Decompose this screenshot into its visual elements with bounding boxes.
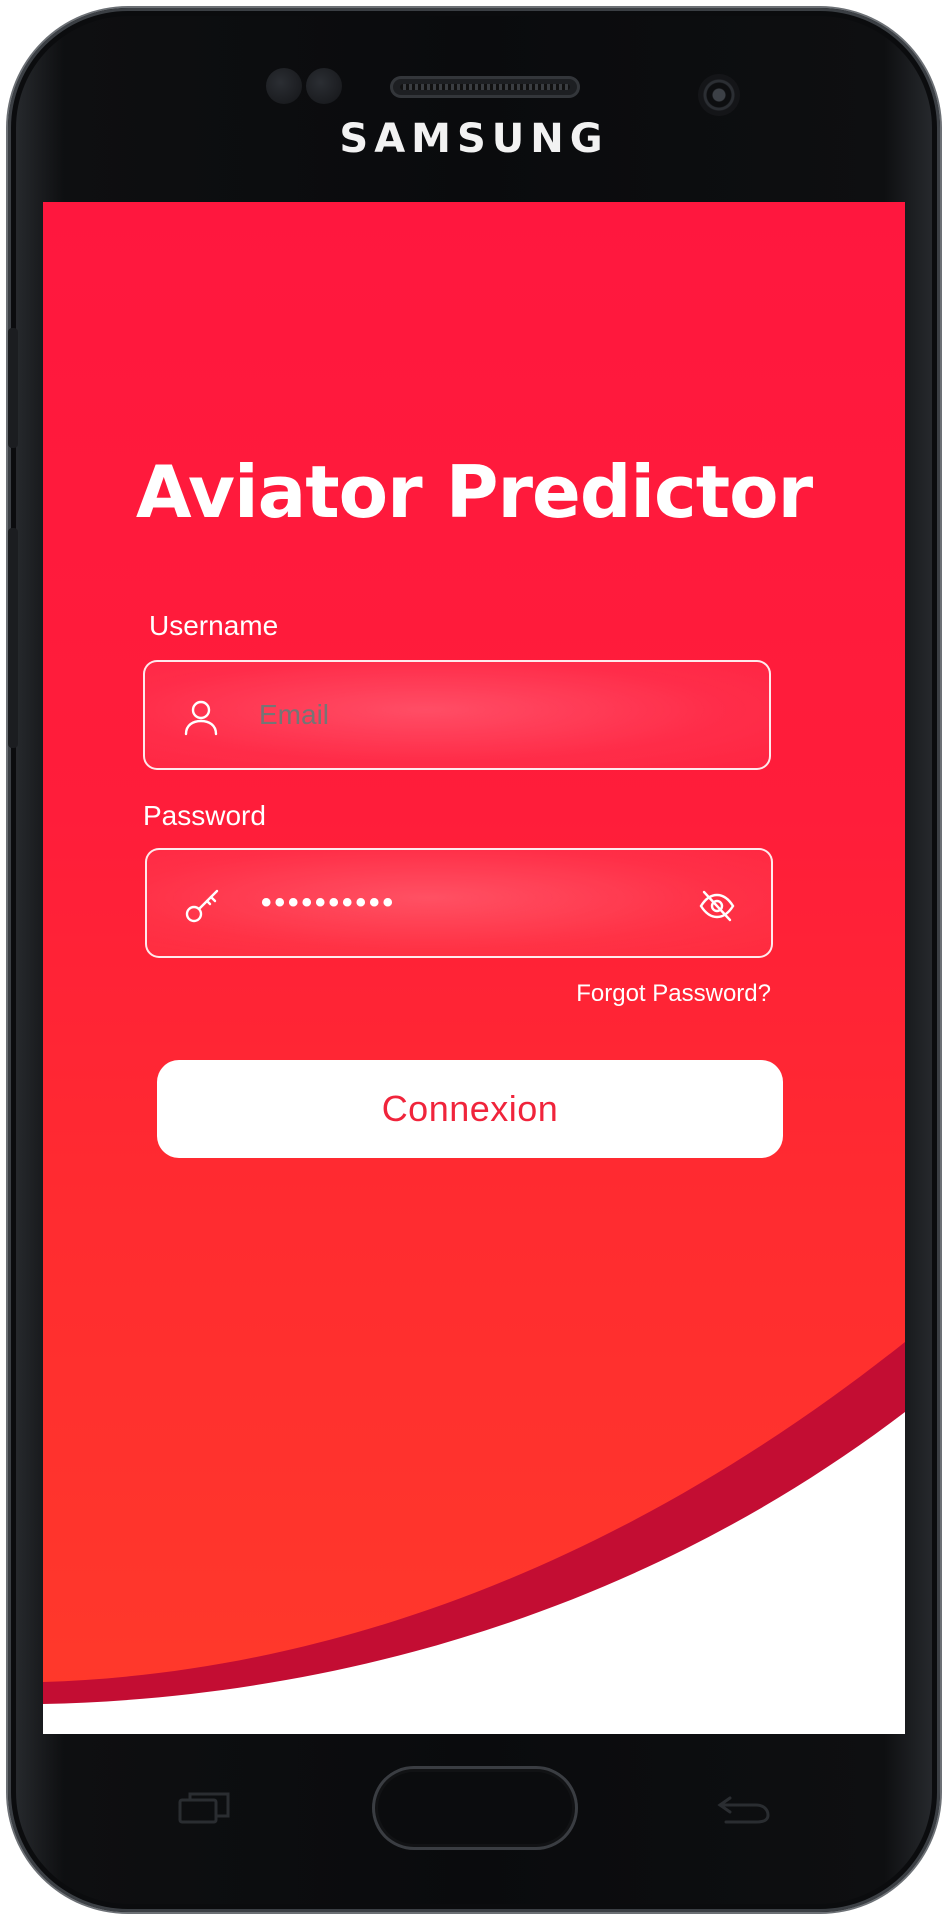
forgot-password-link[interactable]: Forgot Password? bbox=[576, 980, 771, 1008]
email-input[interactable] bbox=[259, 662, 659, 768]
background-wave bbox=[43, 1342, 905, 1734]
device-brand-logo: SAMSUNG bbox=[339, 116, 609, 162]
eye-off-icon[interactable] bbox=[697, 886, 737, 926]
home-button[interactable] bbox=[372, 1766, 578, 1850]
app-title: Aviator Predictor bbox=[135, 450, 813, 534]
earpiece-speaker bbox=[390, 76, 580, 98]
proximity-sensor bbox=[266, 68, 302, 104]
volume-button bbox=[8, 328, 18, 448]
password-input[interactable]: •••••••••• bbox=[261, 850, 661, 956]
app-screen: Aviator Predictor Username Password ••••… bbox=[43, 202, 905, 1734]
light-sensor bbox=[306, 68, 342, 104]
connexion-button[interactable]: Connexion bbox=[157, 1060, 783, 1158]
bixby-button bbox=[8, 528, 18, 748]
email-field[interactable] bbox=[143, 660, 771, 770]
recent-apps-icon[interactable] bbox=[176, 1790, 232, 1826]
front-camera bbox=[698, 74, 740, 116]
username-label: Username bbox=[149, 610, 279, 641]
password-label: Password bbox=[143, 800, 266, 831]
back-icon[interactable] bbox=[716, 1790, 772, 1826]
key-icon bbox=[183, 885, 223, 925]
password-field[interactable]: •••••••••• bbox=[145, 848, 773, 958]
user-icon bbox=[181, 697, 221, 737]
